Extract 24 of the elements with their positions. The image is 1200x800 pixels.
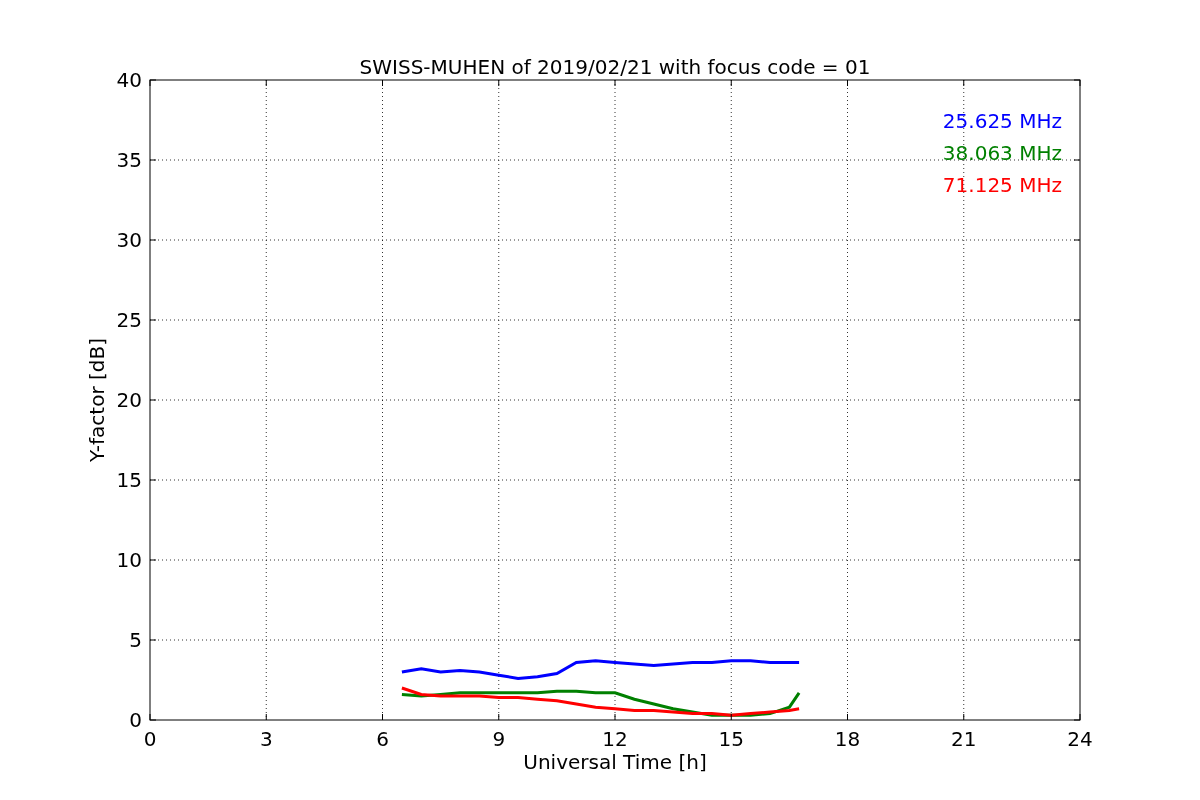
y-tick-label: 0 <box>129 708 142 732</box>
y-tick-label: 5 <box>129 628 142 652</box>
x-tick-label: 24 <box>1067 727 1093 751</box>
x-tick-label: 6 <box>376 727 389 751</box>
legend-label: 38.063 MHz <box>942 141 1062 165</box>
x-tick-label: 21 <box>951 727 977 751</box>
y-tick-label: 15 <box>116 468 142 492</box>
x-tick-label: 3 <box>259 727 273 751</box>
x-axis-label: Universal Time [h] <box>523 750 707 774</box>
y-tick-label: 30 <box>116 228 142 252</box>
legend-label: 71.125 MHz <box>942 173 1062 197</box>
y-axis-label: Y-factor [dB] <box>85 338 109 462</box>
y-tick-label: 25 <box>116 308 142 332</box>
x-tick-label: 15 <box>718 727 744 751</box>
x-tick-label: 0 <box>143 727 157 751</box>
x-tick-label: 9 <box>492 727 506 751</box>
x-tick-label: 18 <box>834 727 861 751</box>
x-tick-label: 12 <box>602 727 628 751</box>
chart-title: SWISS-MUHEN of 2019/02/21 with focus code = 01 <box>359 55 871 79</box>
y-tick-label: 10 <box>116 548 142 572</box>
legend-label: 25.625 MHz <box>942 109 1062 133</box>
y-tick-label: 20 <box>116 388 142 412</box>
y-tick-label: 40 <box>116 68 142 92</box>
y-tick-label: 35 <box>116 148 142 172</box>
